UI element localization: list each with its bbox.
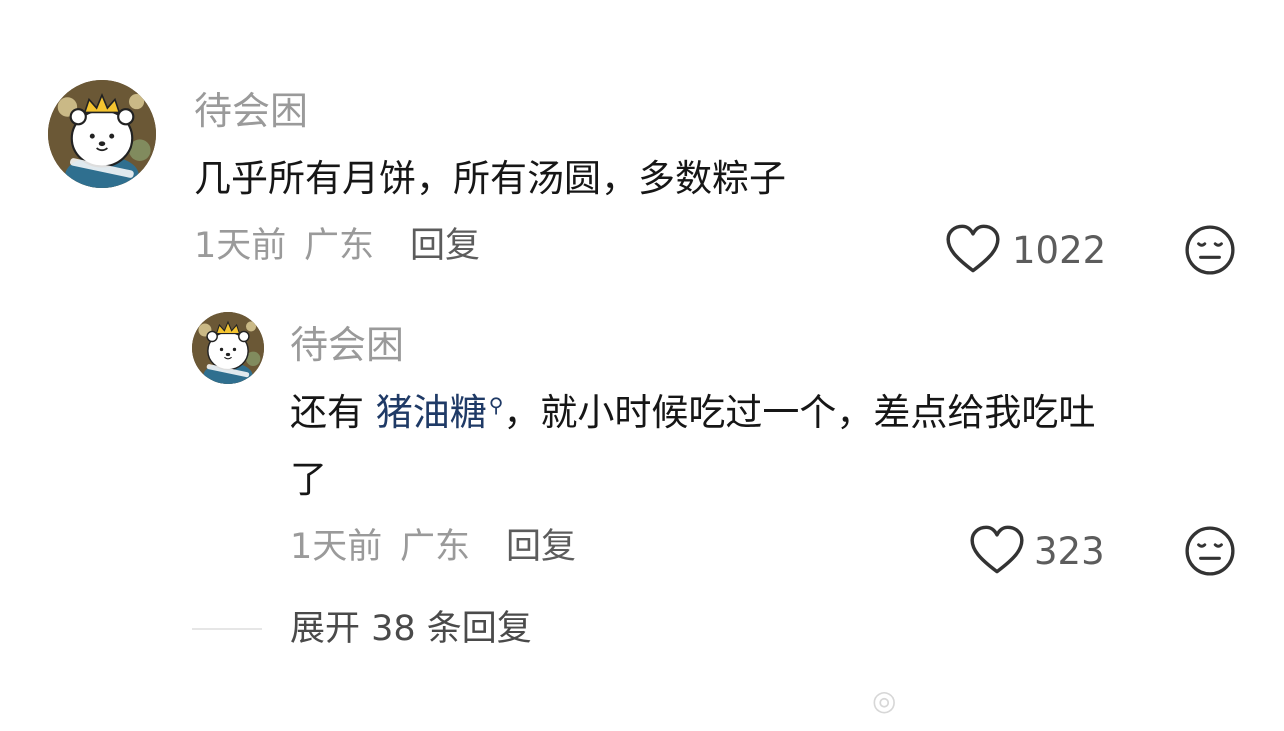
user-avatar-image — [48, 80, 156, 188]
comment-time: 1天前 — [290, 527, 383, 567]
avatar[interactable] — [48, 80, 156, 188]
comment-text-after: ，就小时候吃过一个，差点给我吃吐 — [503, 391, 1096, 434]
user-avatar-image — [192, 312, 264, 384]
expand-replies-button[interactable]: 展开 38 条回复 — [290, 612, 532, 647]
username[interactable]: 待会困 — [290, 326, 404, 364]
like-count: 323 — [1034, 530, 1105, 573]
search-icon: ⚲ — [488, 392, 504, 417]
like-button[interactable] — [946, 224, 1000, 274]
dislike-button[interactable] — [1184, 224, 1236, 276]
divider — [192, 628, 262, 630]
username[interactable]: 待会困 — [194, 92, 308, 130]
comment-text-line2: 了 — [290, 458, 327, 501]
heart-outline-icon — [946, 224, 1000, 273]
like-button[interactable] — [970, 525, 1024, 575]
avatar[interactable] — [192, 312, 264, 384]
keyword-link[interactable]: 猪油糖 — [376, 391, 487, 434]
comment-location: 广东 — [304, 226, 375, 266]
comment-text-line1: 还有 猪油糖 ⚲，就小时候吃过一个，差点给我吃吐 — [290, 394, 1095, 431]
dislike-button[interactable] — [1184, 525, 1236, 577]
reply-button[interactable]: 回复 — [506, 530, 576, 565]
comment-text: 几乎所有月饼，所有汤圆，多数粽子 — [194, 157, 786, 200]
comment-location: 广东 — [400, 527, 471, 567]
meh-face-icon — [1185, 526, 1235, 576]
heart-outline-icon — [970, 525, 1024, 574]
like-count: 1022 — [1012, 229, 1107, 272]
watermark-logo: ◎ — [872, 684, 897, 717]
comment-time: 1天前 — [194, 226, 287, 266]
reply-button[interactable]: 回复 — [410, 229, 480, 264]
comment-text-before: 还有 — [290, 391, 364, 434]
meh-face-icon — [1185, 225, 1235, 275]
